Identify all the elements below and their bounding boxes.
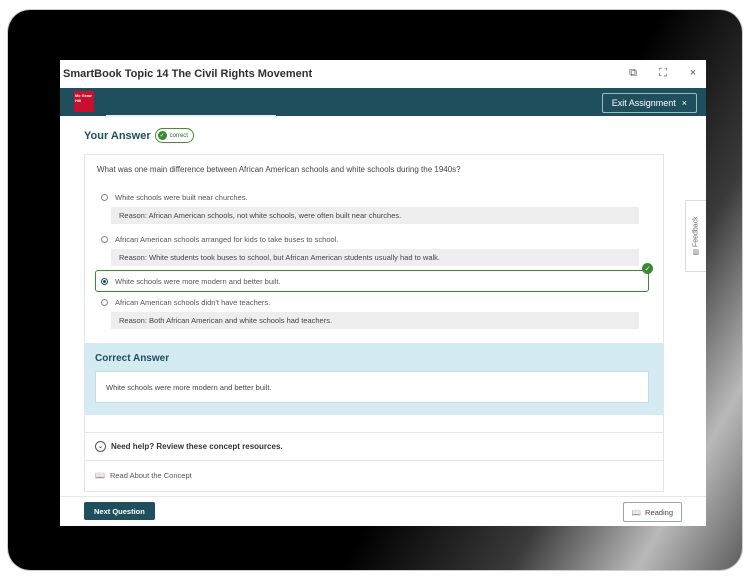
need-help-title: Need help? Review these concept resource… bbox=[111, 442, 283, 451]
answer-option-3[interactable]: White schools were more modern and bette… bbox=[101, 277, 281, 286]
answer-option-1[interactable]: White schools were built near churches. bbox=[101, 193, 248, 202]
check-icon: ✓ bbox=[642, 263, 653, 274]
main-content: Your Answer ✓ correct What was one main … bbox=[60, 116, 706, 502]
status-badge: ✓ correct bbox=[154, 128, 194, 143]
feedback-tab[interactable]: ▤ Feedback bbox=[685, 200, 706, 272]
window-title: SmartBook Topic 14 The Civil Rights Move… bbox=[63, 68, 313, 80]
app-window: SmartBook Topic 14 The Civil Rights Move… bbox=[60, 60, 706, 526]
feedback-icon: ▤ bbox=[693, 249, 701, 256]
answer-option-4[interactable]: African American schools didn't have tea… bbox=[101, 298, 270, 307]
correct-answer-panel: Correct Answer White schools were more m… bbox=[85, 343, 663, 415]
close-icon[interactable]: × bbox=[686, 66, 700, 80]
radio-icon bbox=[101, 236, 108, 243]
exit-assignment-label: Exit Assignment bbox=[611, 98, 676, 108]
answer-reason-1: Reason: African American schools, not wh… bbox=[111, 207, 639, 224]
question-card: What was one main difference between Afr… bbox=[84, 154, 664, 458]
question-text: What was one main difference between Afr… bbox=[97, 165, 461, 174]
read-concept-link[interactable]: 📖 Read About the Concept bbox=[95, 471, 192, 480]
feedback-label: ▤ Feedback bbox=[692, 216, 700, 255]
book-icon: 📖 bbox=[95, 471, 105, 480]
radio-icon bbox=[101, 194, 108, 201]
book-icon: 📖 bbox=[631, 507, 642, 517]
answer-option-label: White schools were built near churches. bbox=[115, 193, 248, 202]
next-question-button[interactable]: Next Question bbox=[84, 502, 155, 520]
exit-assignment-button[interactable]: Exit Assignment × bbox=[601, 93, 697, 113]
need-help-toggle[interactable]: ⌄ Need help? Review these concept resour… bbox=[85, 433, 663, 461]
top-nav: Mc Graw Hill Exit Assignment × bbox=[60, 88, 706, 117]
external-icon[interactable]: ⧉ bbox=[626, 66, 640, 80]
your-answer-label: Your Answer bbox=[84, 129, 151, 142]
footer-bar: Next Question 📖 Reading bbox=[60, 496, 706, 526]
title-bar: SmartBook Topic 14 The Civil Rights Move… bbox=[60, 60, 706, 88]
window-controls: ⧉ ⛶ × bbox=[626, 66, 700, 80]
your-answer-heading: Your Answer ✓ correct bbox=[84, 128, 194, 143]
concept-resources: ⌄ Need help? Review these concept resour… bbox=[84, 432, 664, 492]
answer-option-label: White schools were more modern and bette… bbox=[115, 277, 281, 286]
feedback-text: Feedback bbox=[693, 216, 701, 248]
chevron-down-icon: ⌄ bbox=[95, 441, 106, 452]
read-concept-label: Read About the Concept bbox=[109, 471, 192, 480]
radio-icon bbox=[101, 299, 108, 306]
status-badge-label: correct bbox=[169, 132, 188, 139]
answer-option-label: African American schools arranged for ki… bbox=[115, 235, 339, 244]
reading-label: Reading bbox=[645, 507, 673, 517]
close-icon: × bbox=[681, 98, 687, 108]
answer-option-label: African American schools didn't have tea… bbox=[115, 298, 271, 307]
brand-logo: Mc Graw Hill bbox=[74, 91, 94, 112]
answer-option-2[interactable]: African American schools arranged for ki… bbox=[101, 235, 338, 244]
reading-button[interactable]: 📖 Reading bbox=[622, 502, 682, 522]
answer-reason-4: Reason: Both African American and white … bbox=[111, 312, 639, 329]
answer-reason-2: Reason: White students took buses to sch… bbox=[111, 249, 639, 266]
fullscreen-icon[interactable]: ⛶ bbox=[656, 66, 670, 80]
correct-answer-text: White schools were more modern and bette… bbox=[95, 371, 649, 403]
radio-selected-icon bbox=[101, 278, 108, 285]
check-icon: ✓ bbox=[157, 131, 167, 140]
correct-answer-title: Correct Answer bbox=[95, 353, 170, 364]
